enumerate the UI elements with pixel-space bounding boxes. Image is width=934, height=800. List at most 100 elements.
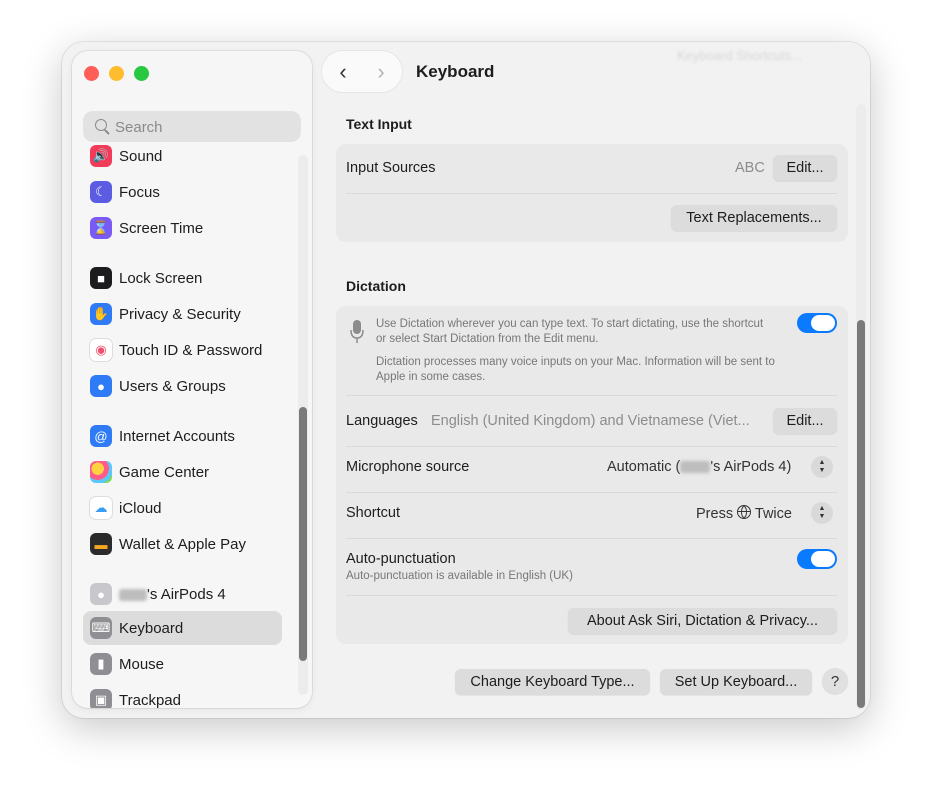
sidebar-item-sound[interactable]: 🔊 Sound bbox=[83, 139, 282, 173]
back-button[interactable]: ‹ bbox=[330, 59, 356, 85]
trackpad-icon: ▣ bbox=[90, 689, 112, 708]
shortcut-twice-text: Twice bbox=[754, 506, 792, 522]
sidebar-item-label: Lock Screen bbox=[119, 269, 203, 287]
redacted-name bbox=[680, 461, 711, 474]
page-title: Keyboard bbox=[416, 62, 495, 81]
sidebar-item-label: Touch ID & Password bbox=[119, 341, 263, 359]
keyboard-shortcuts-ghost: Keyboard Shortcuts... bbox=[677, 48, 803, 63]
change-keyboard-type-button[interactable]: Change Keyboard Type... bbox=[455, 669, 650, 695]
sidebar-item-label: Wallet & Apple Pay bbox=[119, 535, 247, 553]
divider bbox=[346, 193, 837, 194]
divider bbox=[346, 446, 837, 447]
auto-punctuation-subtitle: Auto-punctuation is available in English… bbox=[346, 570, 573, 582]
sidebar-item-wallet[interactable]: ▬ Wallet & Apple Pay bbox=[83, 527, 282, 561]
mouse-icon: ▮ bbox=[90, 653, 112, 675]
sidebar-scroll-thumb[interactable] bbox=[299, 407, 307, 661]
search-input[interactable] bbox=[113, 115, 287, 139]
sidebar-item-label: Users & Groups bbox=[119, 377, 226, 395]
sidebar-item-screen-time[interactable]: ⌛ Screen Time bbox=[83, 211, 282, 245]
keyboard-icon: ⌨ bbox=[90, 617, 112, 639]
languages-edit-button[interactable]: Edit... bbox=[773, 408, 837, 434]
shortcut-value[interactable]: Press Twice bbox=[696, 505, 792, 522]
shortcut-press-text: Press bbox=[696, 506, 734, 522]
sidebar-item-privacy-security[interactable]: ✋ Privacy & Security bbox=[83, 297, 282, 331]
auto-punctuation-toggle[interactable] bbox=[797, 549, 837, 569]
help-button[interactable]: ? bbox=[822, 668, 848, 694]
sidebar-scrollbar[interactable] bbox=[298, 155, 308, 695]
microphone-stepper-icon[interactable]: ▲ ▼ bbox=[811, 456, 833, 478]
globe-icon bbox=[737, 505, 752, 519]
cloud-icon: ☁ bbox=[90, 497, 112, 519]
at-icon: @ bbox=[90, 425, 112, 447]
airpods-icon: ● bbox=[90, 583, 112, 605]
divider bbox=[346, 538, 837, 539]
input-sources-value: ABC bbox=[735, 160, 765, 176]
sidebar-item-internet-accounts[interactable]: @ Internet Accounts bbox=[83, 419, 282, 453]
search-icon bbox=[95, 119, 107, 131]
moon-icon: ☾ bbox=[90, 181, 112, 203]
sidebar-item-label: Mouse bbox=[119, 655, 165, 673]
shortcut-label: Shortcut bbox=[346, 505, 400, 521]
forward-button[interactable]: › bbox=[368, 59, 394, 85]
about-siri-dictation-button[interactable]: About Ask Siri, Dictation & Privacy... bbox=[568, 608, 837, 634]
users-icon: ● bbox=[90, 375, 112, 397]
input-sources-edit-button[interactable]: Edit... bbox=[773, 155, 837, 181]
wallet-icon: ▬ bbox=[90, 533, 112, 555]
sidebar-item-touch-id[interactable]: ◉ Touch ID & Password bbox=[83, 333, 282, 367]
sidebar-item-label: Trackpad bbox=[119, 691, 181, 709]
sidebar-item-lock-screen[interactable]: ■ Lock Screen bbox=[83, 261, 282, 295]
fingerprint-icon: ◉ bbox=[90, 339, 112, 361]
microphone-source-value[interactable]: Automatic ( 's AirPods 4) bbox=[607, 459, 791, 475]
sidebar-item-keyboard[interactable]: ⌨ Keyboard bbox=[83, 611, 282, 645]
game-center-icon bbox=[90, 461, 112, 483]
sidebar-item-label: 's AirPods 4 bbox=[119, 586, 226, 603]
sidebar-item-label: iCloud bbox=[119, 499, 162, 517]
dictation-privacy-note: Dictation processes many voice inputs on… bbox=[376, 356, 775, 383]
sidebar-item-mouse[interactable]: ▮ Mouse bbox=[83, 647, 282, 681]
sidebar-item-label: Privacy & Security bbox=[119, 305, 241, 323]
text-replacements-button[interactable]: Text Replacements... bbox=[671, 205, 837, 231]
input-sources-label: Input Sources bbox=[346, 160, 436, 176]
languages-value: English (United Kingdom) and Vietnamese … bbox=[431, 413, 750, 429]
mic-value-prefix: Automatic ( bbox=[607, 459, 681, 475]
speaker-icon: 🔊 bbox=[90, 145, 112, 167]
zoom-window-button[interactable] bbox=[134, 66, 149, 81]
hourglass-icon: ⌛ bbox=[90, 217, 112, 239]
hand-icon: ✋ bbox=[90, 303, 112, 325]
sidebar-item-label: Keyboard bbox=[119, 619, 184, 637]
sidebar-item-users-groups[interactable]: ● Users & Groups bbox=[83, 369, 282, 403]
sidebar-item-focus[interactable]: ☾ Focus bbox=[83, 175, 282, 209]
divider bbox=[346, 492, 837, 493]
divider bbox=[346, 595, 837, 596]
sidebar-item-icloud[interactable]: ☁ iCloud bbox=[83, 491, 282, 525]
search-field[interactable] bbox=[83, 111, 301, 142]
close-window-button[interactable] bbox=[84, 66, 99, 81]
microphone-source-label: Microphone source bbox=[346, 459, 470, 475]
shortcut-stepper-icon[interactable]: ▲ ▼ bbox=[811, 502, 833, 524]
sidebar: 🔊 Sound ☾ Focus ⌛ Screen Time ■ Lock Scr… bbox=[72, 51, 312, 708]
sidebar-item-label: Game Center bbox=[119, 463, 210, 481]
mic-value-suffix: 's AirPods 4) bbox=[710, 459, 792, 475]
sidebar-item-label: Internet Accounts bbox=[119, 427, 235, 445]
navigation-buttons: ‹ › bbox=[322, 51, 402, 92]
toggle-knob bbox=[811, 551, 835, 567]
sidebar-item-airpods[interactable]: ● 's AirPods 4 bbox=[83, 577, 282, 611]
toggle-knob bbox=[811, 315, 835, 331]
main-scrollbar[interactable] bbox=[856, 104, 866, 710]
dictation-description: Use Dictation wherever you can type text… bbox=[376, 318, 764, 345]
divider bbox=[346, 395, 837, 396]
set-up-keyboard-button[interactable]: Set Up Keyboard... bbox=[660, 669, 812, 695]
minimize-window-button[interactable] bbox=[109, 66, 124, 81]
dictation-heading: Dictation bbox=[346, 278, 406, 294]
sidebar-item-label: Focus bbox=[119, 183, 160, 201]
sidebar-item-game-center[interactable]: Game Center bbox=[83, 455, 282, 489]
text-input-heading: Text Input bbox=[346, 116, 412, 132]
airpods-label-text: 's AirPods 4 bbox=[147, 585, 226, 603]
dictation-toggle[interactable] bbox=[797, 313, 837, 333]
microphone-icon bbox=[350, 320, 364, 343]
sidebar-item-label: Sound bbox=[119, 147, 163, 165]
main-scroll-thumb[interactable] bbox=[857, 320, 865, 708]
lock-icon: ■ bbox=[90, 267, 112, 289]
redacted-name bbox=[119, 588, 147, 601]
sidebar-item-trackpad[interactable]: ▣ Trackpad bbox=[83, 683, 282, 708]
